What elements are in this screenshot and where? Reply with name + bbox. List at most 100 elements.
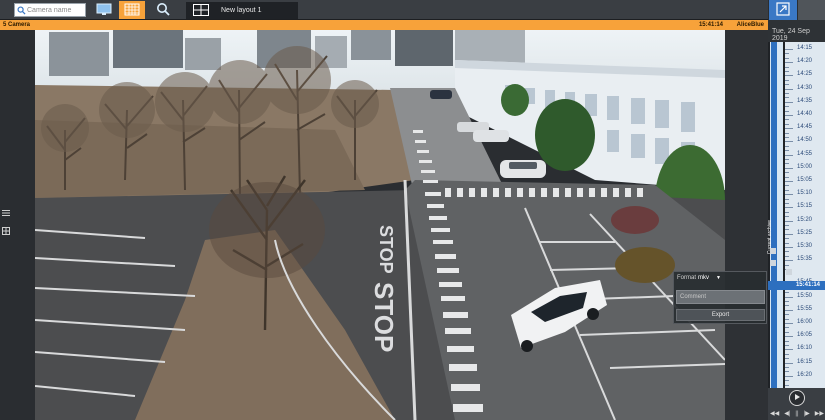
timeline-marker[interactable] bbox=[770, 260, 776, 266]
video-side-strip bbox=[725, 30, 768, 420]
timeline-label: 16:05 bbox=[797, 332, 813, 339]
timeline-minor-tick bbox=[785, 345, 789, 346]
play-button[interactable] bbox=[789, 390, 805, 406]
timeline-label: 14:20 bbox=[797, 58, 813, 65]
timeline-minor-tick bbox=[785, 255, 789, 257]
timeline-label: 14:30 bbox=[797, 84, 813, 91]
timeline-tick bbox=[785, 296, 793, 298]
timeline-label: 16:10 bbox=[797, 345, 813, 352]
timeline-label: 15:10 bbox=[797, 190, 813, 197]
timeline-label: 15:05 bbox=[797, 177, 813, 183]
timeline-label: 15:00 bbox=[797, 163, 813, 170]
magnifier-icon bbox=[156, 2, 170, 18]
pause-icon[interactable]: || bbox=[795, 411, 798, 417]
timeline-minor-tick bbox=[785, 367, 789, 368]
playback-step-buttons: ◀◀ ◀| || |▶ ▶▶ bbox=[770, 409, 824, 418]
timeline-tick bbox=[785, 115, 793, 116]
timeline-minor-tick bbox=[785, 305, 789, 307]
timeline-label: 14:15 bbox=[797, 45, 813, 51]
timeline-label: 14:50 bbox=[797, 137, 813, 144]
archive-bar bbox=[771, 42, 777, 390]
play-icon bbox=[793, 393, 801, 403]
layout-button[interactable] bbox=[119, 1, 145, 19]
timeline-label: 14:35 bbox=[797, 97, 813, 104]
timeline-label: 16:00 bbox=[797, 319, 813, 325]
export-button[interactable]: Export bbox=[676, 309, 765, 321]
timeline-label: 15:55 bbox=[797, 305, 813, 312]
timeline-marker[interactable] bbox=[770, 248, 776, 254]
grid-small-icon[interactable] bbox=[1, 226, 11, 236]
timeline-label: 15:25 bbox=[797, 229, 813, 236]
layout-tab[interactable]: New layout 1 bbox=[186, 2, 298, 19]
timeline-minor-tick bbox=[785, 132, 789, 134]
step-forward-icon[interactable]: |▶ bbox=[804, 410, 810, 417]
timeline-minor-tick bbox=[785, 123, 789, 125]
timeline-minor-tick bbox=[785, 331, 789, 333]
format-label: Format bbox=[677, 275, 697, 281]
timeline-label: 14:25 bbox=[797, 71, 813, 78]
fullscreen-button[interactable] bbox=[769, 0, 797, 20]
archive-timeline[interactable]: Tue, 24 Sep 2019 Current archive 14:15 14… bbox=[767, 20, 825, 420]
camera-name: 5 Camera bbox=[3, 22, 31, 28]
timeline-minor-tick bbox=[785, 314, 789, 316]
timeline-minor-tick bbox=[785, 384, 789, 386]
timeline-label: 15:15 bbox=[797, 203, 813, 210]
timeline-tick bbox=[785, 207, 793, 209]
timeline-scale[interactable]: 14:15 14:20 14:25 14:30 14:35 14:40 14:45 14:50… bbox=[785, 42, 825, 390]
timeline-tick bbox=[785, 141, 793, 143]
timeline-minor-tick bbox=[785, 159, 789, 160]
camera-search-box[interactable] bbox=[14, 3, 86, 17]
timeline-tick bbox=[785, 247, 793, 248]
timeline-marker[interactable] bbox=[786, 269, 792, 275]
timeline-label: 14:40 bbox=[797, 111, 813, 117]
timeline-label: 15:30 bbox=[797, 243, 813, 249]
svg-text:STOP: STOP bbox=[376, 225, 396, 274]
camera-name-input[interactable] bbox=[27, 4, 83, 16]
skip-forward-icon[interactable]: ▶▶ bbox=[815, 410, 824, 417]
timeline-minor-tick bbox=[785, 242, 789, 244]
menu-icon[interactable] bbox=[1, 208, 11, 218]
timeline-minor-tick bbox=[785, 79, 789, 81]
timeline-minor-tick bbox=[785, 84, 789, 86]
timeline-minor-tick bbox=[785, 150, 789, 152]
timeline-minor-tick bbox=[785, 71, 789, 72]
step-back-icon[interactable]: ◀| bbox=[784, 410, 790, 417]
chevron-down-icon[interactable]: ▼ bbox=[716, 275, 721, 281]
timeline-tick bbox=[785, 88, 793, 90]
skip-back-icon[interactable]: ◀◀ bbox=[770, 410, 779, 417]
timeline-minor-tick bbox=[785, 137, 789, 138]
layout-tab-label: New layout 1 bbox=[221, 7, 262, 14]
format-select[interactable]: mkv bbox=[698, 275, 709, 281]
timeline-minor-tick bbox=[785, 380, 789, 382]
timeline-label: 15:20 bbox=[797, 216, 813, 223]
top-toolbar: New layout 1 bbox=[0, 0, 768, 20]
timeline-minor-tick bbox=[785, 97, 789, 99]
timeline-tick bbox=[785, 194, 793, 196]
timeline-minor-tick bbox=[785, 225, 789, 226]
camera-video[interactable]: STOP STOP bbox=[35, 30, 725, 420]
timeline-minor-tick bbox=[785, 264, 789, 266]
timeline-minor-tick bbox=[785, 172, 789, 174]
playback-controls: ◀◀ ◀| || |▶ ▶▶ bbox=[768, 388, 825, 420]
timeline-tick bbox=[785, 375, 793, 377]
search-mode-button[interactable] bbox=[149, 1, 177, 19]
camera-header: 5 Camera 15:41:14 AliceBlue bbox=[0, 20, 768, 30]
timeline-minor-tick bbox=[785, 358, 789, 360]
timeline-minor-tick bbox=[785, 203, 789, 204]
timeline-minor-tick bbox=[785, 353, 789, 355]
search-icon bbox=[15, 4, 27, 16]
timeline-minor-tick bbox=[785, 238, 789, 240]
camera-time: 15:41:14 bbox=[698, 22, 723, 28]
camera-user: AliceBlue bbox=[736, 22, 764, 28]
timeline-tick bbox=[785, 349, 793, 351]
timeline-tick bbox=[785, 62, 793, 64]
timeline-minor-tick bbox=[785, 110, 789, 112]
left-panel bbox=[0, 30, 35, 420]
timeline-minor-tick bbox=[785, 185, 789, 187]
timeline-minor-tick bbox=[785, 327, 789, 329]
timeline-minor-tick bbox=[785, 292, 789, 294]
timeline-tick bbox=[785, 128, 793, 130]
timeline-current-time: 15:41:14 bbox=[768, 281, 825, 290]
comment-field[interactable]: Comment bbox=[676, 290, 765, 304]
monitor-button[interactable] bbox=[92, 1, 116, 19]
